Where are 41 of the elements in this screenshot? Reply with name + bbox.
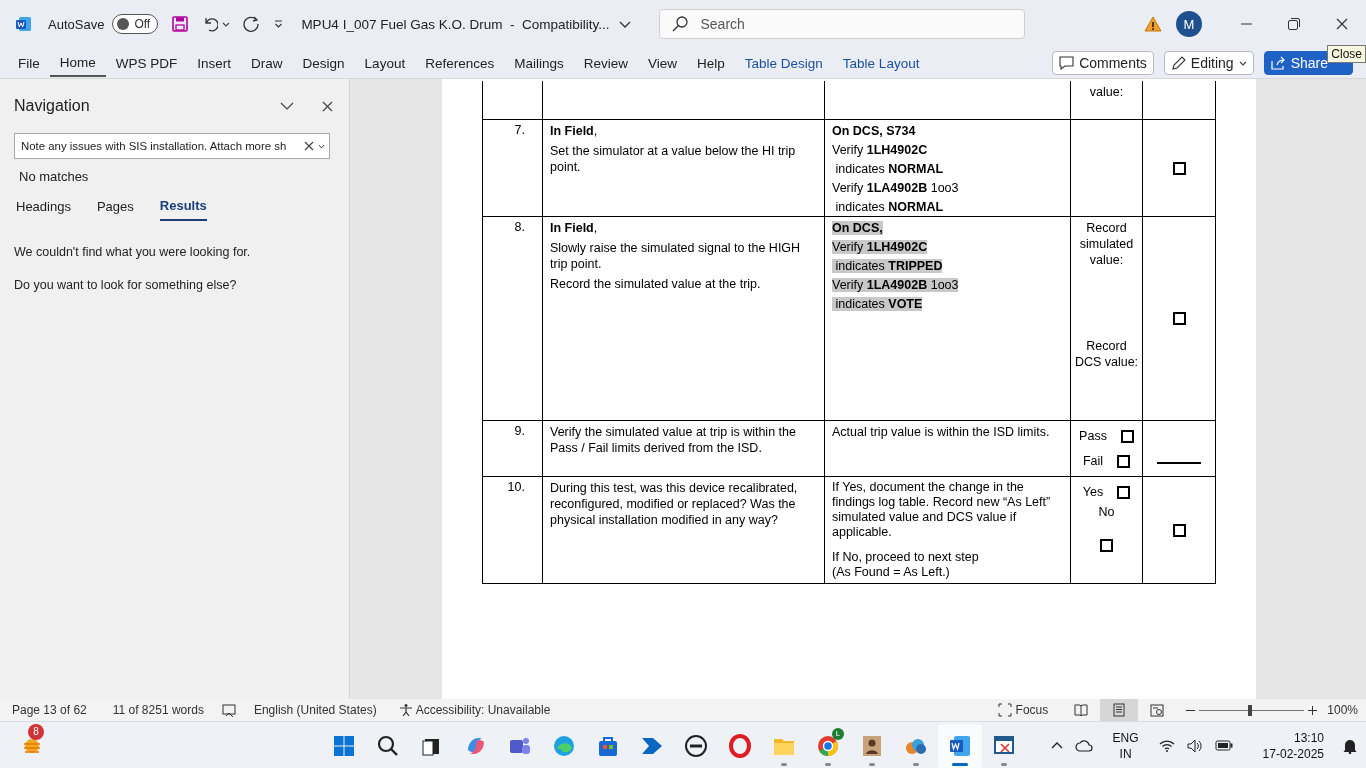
step-number: 10. — [507, 480, 525, 494]
step-text: In Field, — [550, 123, 599, 139]
verification-text: If Yes, document the change in the findings log table. Record new “As Left” simulated value and DCS value if applicable. — [832, 480, 1052, 539]
pane-title: Navigation — [14, 97, 91, 115]
option-label: Pass — [1079, 429, 1107, 443]
verification-text: indicates NORMAL — [834, 200, 944, 214]
message-text: We couldn't find what you were looking for. — [14, 245, 252, 259]
result-label: Record DCS value: — [1073, 338, 1140, 370]
autosave-label: AutoSave — [48, 16, 105, 32]
verification-text: indicates VOTE — [832, 297, 923, 311]
option-label: Yes — [1082, 485, 1104, 499]
option-label: No — [1098, 505, 1115, 519]
result-label: value: — [1089, 84, 1124, 100]
step-text: Slowly raise the simulated signal to the HIGH trip point. — [550, 240, 802, 272]
step-text: During this test, was this device recalibrated, reconfigured, modified or replaced? Was the physical installation modified in any way? — [550, 480, 799, 528]
step-text: Record the simulated value at the trip. — [550, 276, 762, 292]
document-title: MPU4 I_007 Fuel Gas K.O. Drum - Compatibility... — [301, 16, 610, 32]
verification-text: Actual trip value is within the ISD limits. — [832, 425, 1050, 439]
step-number: 9. — [514, 424, 525, 438]
verification-text: Verify 1LH4902C — [832, 143, 928, 157]
verification-text: Verify 1LA4902B 1oo3 — [832, 278, 959, 292]
verification-text: On DCS, — [832, 221, 883, 235]
step-text: Verify the simulated value at trip is within the Pass / Fail limits derived from the ISD. — [550, 424, 797, 456]
message-text: Do you want to look for something else? — [14, 278, 238, 292]
verification-text: Verify 1LH4902C — [832, 240, 928, 254]
notification-badge: 8 — [28, 723, 44, 740]
verification-text: On DCS, S734 — [832, 124, 916, 138]
step-number: 7. — [514, 123, 525, 137]
search-status: No matches — [19, 169, 89, 184]
avatar-badge: L — [832, 727, 844, 740]
verification-text: indicates NORMAL — [834, 162, 944, 176]
step-number: 8. — [514, 220, 525, 234]
option-label: Fail — [1082, 454, 1104, 468]
verification-text: If No, proceed to next step — [832, 550, 979, 564]
step-text: Set the simulator at a value below the HI trip point. — [550, 143, 797, 175]
result-label: Record simulated value: — [1078, 220, 1135, 268]
step-text: In Field, — [550, 220, 599, 236]
tooltip: Close — [1327, 45, 1366, 63]
verification-text: indicates TRIPPED — [832, 259, 943, 273]
verification-text: (As Found = As Left.) — [832, 565, 950, 579]
verification-text: Verify 1LA4902B 1oo3 — [832, 181, 959, 195]
